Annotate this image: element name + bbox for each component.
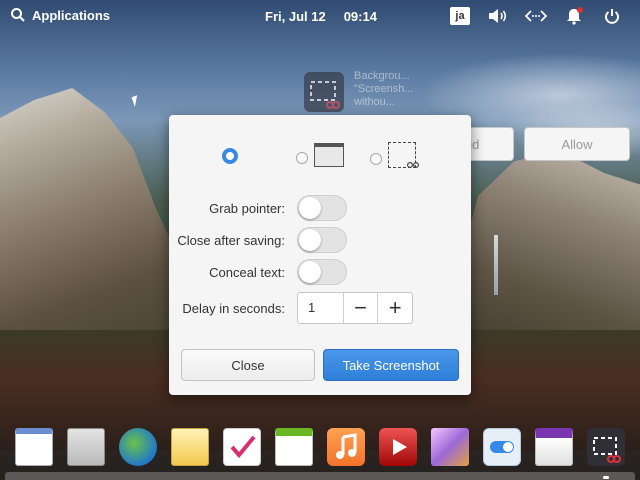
indicator-area: ja xyxy=(448,5,638,27)
close-after-saving-label: Close after saving: xyxy=(177,233,285,248)
tasks-icon[interactable] xyxy=(223,428,261,466)
network-indicator[interactable] xyxy=(524,5,548,27)
keyboard-layout-badge: ja xyxy=(450,7,470,25)
window-icon xyxy=(314,143,344,167)
settings-icon[interactable] xyxy=(483,428,521,466)
close-button[interactable]: Close xyxy=(181,349,315,381)
notification-line: "Screensh... xyxy=(354,83,414,95)
applications-menu-button[interactable]: Applications xyxy=(10,7,110,23)
delay-spinbutton[interactable]: 1 − + xyxy=(297,292,413,324)
switch-knob xyxy=(299,197,321,219)
notification-line: Backgrou... xyxy=(354,70,410,82)
mode-screen[interactable] xyxy=(222,148,238,164)
appcenter-icon[interactable] xyxy=(535,428,573,466)
dock-background xyxy=(5,472,635,480)
photos-icon[interactable] xyxy=(431,428,469,466)
screenshot-app-icon xyxy=(304,72,344,112)
grab-pointer-label: Grab pointer: xyxy=(209,201,285,216)
allow-button[interactable]: Allow xyxy=(524,127,630,161)
radio-area[interactable] xyxy=(370,152,382,165)
option-close-after-saving: Close after saving: xyxy=(169,227,471,255)
conceal-text-label: Conceal text: xyxy=(209,265,285,280)
delay-value[interactable]: 1 xyxy=(298,293,344,323)
videos-icon[interactable] xyxy=(379,428,417,466)
web-browser-icon[interactable] xyxy=(119,428,157,466)
decrement-button[interactable]: − xyxy=(344,293,378,323)
notifications-indicator[interactable] xyxy=(562,5,586,27)
volume-icon xyxy=(489,9,507,23)
applications-label: Applications xyxy=(32,7,111,23)
screenshot-dialog: Grab pointer: Close after saving: Concea… xyxy=(169,115,471,395)
radio-screen[interactable] xyxy=(222,148,238,164)
keyboard-indicator[interactable]: ja xyxy=(448,5,472,27)
radio-window[interactable] xyxy=(296,152,308,164)
running-indicator xyxy=(603,476,609,479)
datetime-indicator[interactable]: Fri, Jul 12 09:14 xyxy=(265,9,377,24)
delay-label: Delay in seconds: xyxy=(182,301,285,316)
notification-line: withou... xyxy=(354,96,395,108)
option-conceal-text: Conceal text: xyxy=(169,259,471,287)
option-delay: Delay in seconds: 1 − + xyxy=(169,292,471,324)
calendar-icon[interactable] xyxy=(275,428,313,466)
top-panel: Applications Fri, Jul 12 09:14 ja xyxy=(0,0,640,32)
switch-knob xyxy=(299,229,321,251)
music-icon[interactable] xyxy=(327,428,365,466)
date-label: Fri, Jul 12 xyxy=(265,9,326,24)
take-screenshot-button[interactable]: Take Screenshot xyxy=(323,349,459,381)
archive-icon[interactable] xyxy=(67,428,105,466)
switch-knob xyxy=(299,261,321,283)
search-icon xyxy=(11,8,25,22)
sound-indicator[interactable] xyxy=(486,5,510,27)
mail-icon[interactable] xyxy=(171,428,209,466)
screenshot-icon[interactable] xyxy=(587,428,625,466)
option-grab-pointer: Grab pointer: xyxy=(169,195,471,223)
power-icon xyxy=(605,9,619,24)
network-wired-icon xyxy=(525,10,547,22)
increment-button[interactable]: + xyxy=(377,293,412,323)
session-indicator[interactable] xyxy=(600,5,624,27)
close-after-saving-switch[interactable] xyxy=(297,227,347,253)
notification-text: Backgrou... "Screensh... withou... xyxy=(354,70,414,109)
dock xyxy=(0,420,640,480)
mode-window[interactable] xyxy=(296,143,344,167)
grab-pointer-switch[interactable] xyxy=(297,195,347,221)
selection-area-icon xyxy=(388,142,419,168)
conceal-text-switch[interactable] xyxy=(297,259,347,285)
notification-bubble[interactable]: Backgrou... "Screensh... withou... xyxy=(302,70,512,118)
files-window-icon[interactable] xyxy=(15,428,53,466)
time-label: 09:14 xyxy=(343,9,377,24)
notification-badge xyxy=(577,7,583,13)
waterfall xyxy=(494,235,498,295)
mode-area[interactable] xyxy=(370,142,419,168)
